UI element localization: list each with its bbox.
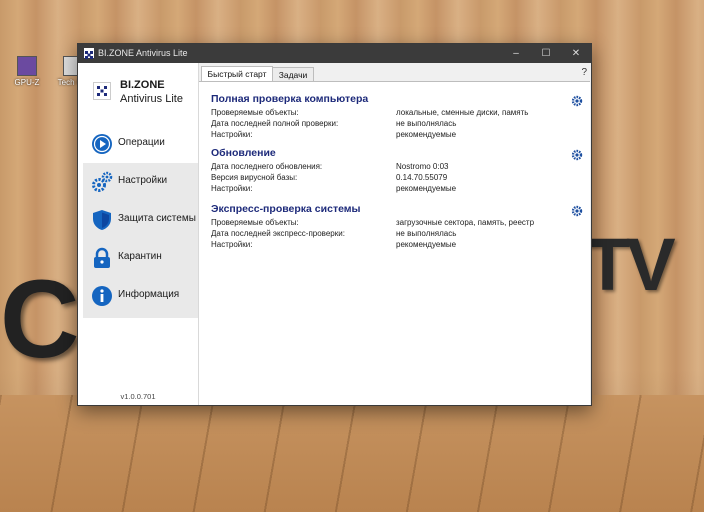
row-label: Настройки:: [211, 130, 253, 139]
main-content: Быстрый старт Задачи ? Полная проверка к…: [199, 63, 591, 405]
sidebar-item-protection[interactable]: Защита системы: [83, 201, 198, 239]
row-label: Дата последней полной проверки:: [211, 119, 339, 128]
title-bar[interactable]: BI.ZONE Antivirus Lite – ☐ ✕: [78, 44, 591, 63]
section-title-full-scan[interactable]: Полная проверка компьютера: [211, 93, 368, 105]
sidebar-item-label: Защита системы: [118, 213, 196, 224]
app-window: BI.ZONE Antivirus Lite – ☐ ✕ BI.ZONE Ant…: [77, 43, 592, 406]
section-title-update[interactable]: Обновление: [211, 147, 276, 159]
brand: BI.ZONE Antivirus Lite: [88, 76, 190, 108]
sidebar-item-label: Операции: [118, 137, 165, 148]
sidebar-item-operations[interactable]: Операции: [83, 125, 198, 163]
row-value: 0.14.70.55079: [396, 173, 448, 182]
row-value: локальные, сменные диски, память: [396, 108, 529, 117]
watermark-left: C: [0, 258, 80, 381]
sidebar-item-label: Информация: [118, 289, 180, 300]
row-value: не выполнялась: [396, 119, 457, 128]
row-label: Настройки:: [211, 240, 253, 249]
brand-name: BI.ZONE: [120, 79, 165, 91]
tab-bar: Быстрый старт Задачи ?: [199, 63, 591, 82]
row-label: Версия вирусной базы:: [211, 173, 298, 182]
row-value: Nostromo 0:03: [396, 162, 449, 171]
sidebar-item-quarantine[interactable]: Карантин: [83, 239, 198, 277]
row-label: Дата последней экспресс-проверки:: [211, 229, 345, 238]
sidebar-item-label: Карантин: [118, 251, 162, 262]
sidebar-item-label: Настройки: [118, 175, 168, 186]
sidebar: BI.ZONE Antivirus Lite Операции Настройк…: [78, 63, 199, 405]
watermark-right: TV: [585, 223, 676, 306]
play-icon: [91, 133, 113, 155]
gear-icon[interactable]: [571, 204, 583, 217]
version-label: v1.0.0.701: [120, 392, 156, 401]
close-button[interactable]: ✕: [561, 44, 591, 63]
gears-icon: [91, 171, 113, 193]
row-value: загрузочные сектора, память, реестр: [396, 218, 535, 227]
row-label: Проверяемые объекты:: [211, 108, 299, 117]
row-label: Проверяемые объекты:: [211, 218, 299, 227]
tab-quick-start[interactable]: Быстрый старт: [201, 66, 273, 82]
lock-icon: [91, 247, 113, 269]
gear-icon[interactable]: [571, 148, 583, 161]
row-label: Дата последнего обновления:: [211, 162, 323, 171]
desktop-icon-label: GPU-Z: [14, 78, 40, 87]
section-title-express-scan[interactable]: Экспресс-проверка системы: [211, 203, 361, 215]
tab-tasks[interactable]: Задачи: [272, 67, 314, 82]
row-value: рекомендуемые: [396, 130, 457, 139]
minimize-button[interactable]: –: [501, 44, 531, 63]
row-value: рекомендуемые: [396, 240, 457, 249]
shield-icon: [91, 209, 113, 231]
row-value: рекомендуемые: [396, 184, 457, 193]
gpuz-icon: [17, 56, 37, 76]
row-value: не выполнялась: [396, 229, 457, 238]
wood-floor: [0, 395, 704, 512]
sidebar-item-info[interactable]: Информация: [83, 277, 198, 315]
sidebar-item-settings[interactable]: Настройки: [83, 163, 198, 201]
sidebar-nav: Операции Настройки Защита системы Карант…: [83, 125, 198, 318]
quick-start-panel: Полная проверка компьютера Проверяемые о…: [199, 81, 590, 405]
maximize-button[interactable]: ☐: [531, 44, 561, 63]
window-title: BI.ZONE Antivirus Lite: [98, 48, 188, 58]
brand-logo-icon: [93, 82, 111, 100]
brand-product: Antivirus Lite: [120, 93, 183, 105]
gear-icon[interactable]: [571, 94, 583, 107]
help-button[interactable]: ?: [581, 67, 587, 78]
app-logo-icon: [84, 48, 94, 59]
row-label: Настройки:: [211, 184, 253, 193]
info-icon: [91, 285, 113, 307]
desktop-icon-gpuz[interactable]: GPU-Z: [4, 56, 50, 87]
